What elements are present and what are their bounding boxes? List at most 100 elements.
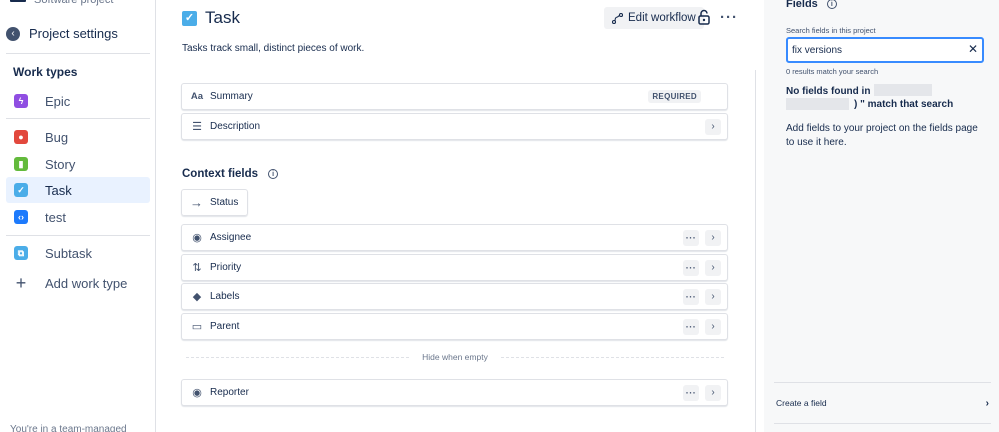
code-icon: ‹›: [14, 210, 28, 224]
sidebar: Software project ‹ Project settings Work…: [0, 0, 156, 432]
add-work-type-label: Add work type: [45, 275, 128, 291]
sidebar-item-label: Epic: [45, 93, 71, 109]
no-fields-message: No fields found in: [786, 86, 871, 97]
field-label: Status: [210, 197, 239, 208]
user-icon: ◉: [192, 387, 202, 399]
field-summary[interactable]: Aa Summary REQUIRED: [181, 83, 728, 110]
panel-title-label: Fields: [786, 0, 818, 10]
fields-panel: Fields i Search fields in this project ✕…: [764, 0, 999, 432]
help-text: Add fields to your project on the fields…: [786, 123, 978, 148]
more-icon[interactable]: ···: [683, 229, 699, 246]
chevron-right-icon[interactable]: ›: [705, 384, 721, 401]
page-title: Task: [205, 8, 240, 27]
lock-icon[interactable]: [697, 9, 711, 25]
field-status[interactable]: → Status: [181, 189, 248, 216]
back-label: Project settings: [29, 26, 118, 41]
plus-icon: +: [15, 273, 27, 293]
chevron-right-icon[interactable]: ›: [705, 259, 721, 276]
panel-title: Fields i: [786, 0, 837, 10]
field-label: Priority: [210, 262, 242, 273]
work-type-description: Tasks track small, distinct pieces of wo…: [182, 43, 365, 54]
create-field-label: Create a field: [776, 398, 827, 408]
chevron-right-icon[interactable]: ›: [705, 318, 721, 335]
divider: [6, 118, 150, 119]
search-input[interactable]: [786, 37, 984, 63]
sidebar-item-label: Bug: [45, 129, 69, 145]
field-labels[interactable]: ◆ Labels ··· ›: [181, 283, 728, 310]
context-heading-label: Context fields: [182, 168, 259, 180]
sidebar-item-label: Subtask: [45, 245, 92, 261]
field-description[interactable]: ☰ Description ›: [181, 113, 728, 140]
chevron-right-icon[interactable]: ›: [705, 229, 721, 246]
task-type-icon: ✓: [182, 10, 197, 26]
field-label: Parent: [210, 321, 240, 332]
workflow-icon: [612, 12, 623, 24]
sidebar-item-subtask[interactable]: ⧉ Subtask: [6, 240, 150, 266]
redacted-block: [874, 84, 932, 96]
edit-workflow-button[interactable]: Edit workflow: [604, 7, 704, 29]
project-type-label: Software project: [34, 0, 114, 6]
priority-icon: ⇅: [192, 262, 202, 274]
info-icon[interactable]: i: [268, 169, 279, 179]
clear-icon[interactable]: ✕: [968, 42, 978, 56]
sidebar-item-story[interactable]: ▮ Story: [6, 151, 150, 177]
hide-when-empty-label: Hide when empty: [411, 352, 499, 362]
bug-icon: ●: [14, 130, 28, 144]
add-work-type-button[interactable]: + Add work type: [6, 270, 150, 296]
sidebar-item-label: test: [45, 209, 66, 225]
more-icon[interactable]: ···: [683, 288, 699, 305]
more-icon[interactable]: ···: [683, 318, 699, 335]
required-badge: REQUIRED: [648, 90, 701, 103]
field-label: Reporter: [210, 387, 249, 398]
menu-icon: [10, 0, 26, 2]
sidebar-item-epic[interactable]: ϟ Epic: [6, 88, 150, 114]
checkbox-icon: ✓: [14, 183, 28, 197]
field-label: Labels: [210, 291, 240, 302]
sidebar-item-test[interactable]: ‹› test: [6, 204, 150, 230]
field-label: Assignee: [210, 232, 252, 243]
divider: [6, 235, 150, 236]
context-fields-heading: Context fields i: [182, 168, 279, 180]
lightning-icon: ϟ: [14, 94, 28, 108]
field-assignee[interactable]: ◉ Assignee ··· ›: [181, 224, 728, 251]
project-type: Software project: [10, 0, 113, 6]
more-icon[interactable]: ···: [683, 259, 699, 276]
parent-icon: ▭: [191, 321, 203, 333]
chevron-right-icon[interactable]: ›: [705, 118, 721, 135]
back-to-project-settings[interactable]: ‹ Project settings: [6, 26, 118, 41]
work-types-heading: Work types: [13, 65, 78, 79]
chevron-right-icon: ›: [985, 397, 989, 409]
sidebar-item-label: Task: [45, 182, 72, 198]
field-parent[interactable]: ▭ Parent ··· ›: [181, 313, 728, 340]
sidebar-item-label: Story: [45, 156, 76, 172]
bookmark-icon: ▮: [14, 157, 28, 171]
sidebar-item-task[interactable]: ✓ Task: [6, 177, 150, 203]
field-reporter[interactable]: ◉ Reporter ··· ›: [181, 379, 728, 406]
sidebar-item-bug[interactable]: ● Bug: [6, 124, 150, 150]
field-priority[interactable]: ⇅ Priority ··· ›: [181, 254, 728, 281]
title-row: ✓ Task: [182, 8, 240, 28]
field-label: Description: [210, 121, 261, 132]
tag-icon: ◆: [192, 291, 202, 303]
search-label: Search fields in this project: [786, 26, 876, 35]
arrow-right-icon: →: [190, 195, 203, 210]
info-icon[interactable]: i: [826, 0, 837, 9]
results-count: 0 results match your search: [786, 67, 879, 76]
more-actions-icon[interactable]: ···: [720, 9, 738, 26]
create-field-button[interactable]: Create a field ›: [774, 382, 991, 424]
subtask-icon: ⧉: [14, 246, 28, 260]
no-fields-message-end: ) " match that search: [854, 99, 954, 110]
lines-icon: ☰: [192, 121, 202, 133]
scrollbar-track: [755, 70, 756, 432]
chevron-right-icon[interactable]: ›: [705, 288, 721, 305]
field-label: Summary: [210, 91, 253, 102]
edit-workflow-label: Edit workflow: [628, 12, 696, 24]
text-icon: Aa: [190, 91, 204, 102]
project-footer-note: You're in a team-managed project: [10, 424, 127, 432]
user-icon: ◉: [192, 232, 202, 244]
divider: [6, 53, 150, 54]
main-content: ✓ Task Edit workflow ··· Tasks track sma…: [156, 0, 756, 432]
more-icon[interactable]: ···: [683, 384, 699, 401]
redacted-block: [786, 98, 849, 110]
back-arrow-icon: ‹: [6, 26, 20, 41]
